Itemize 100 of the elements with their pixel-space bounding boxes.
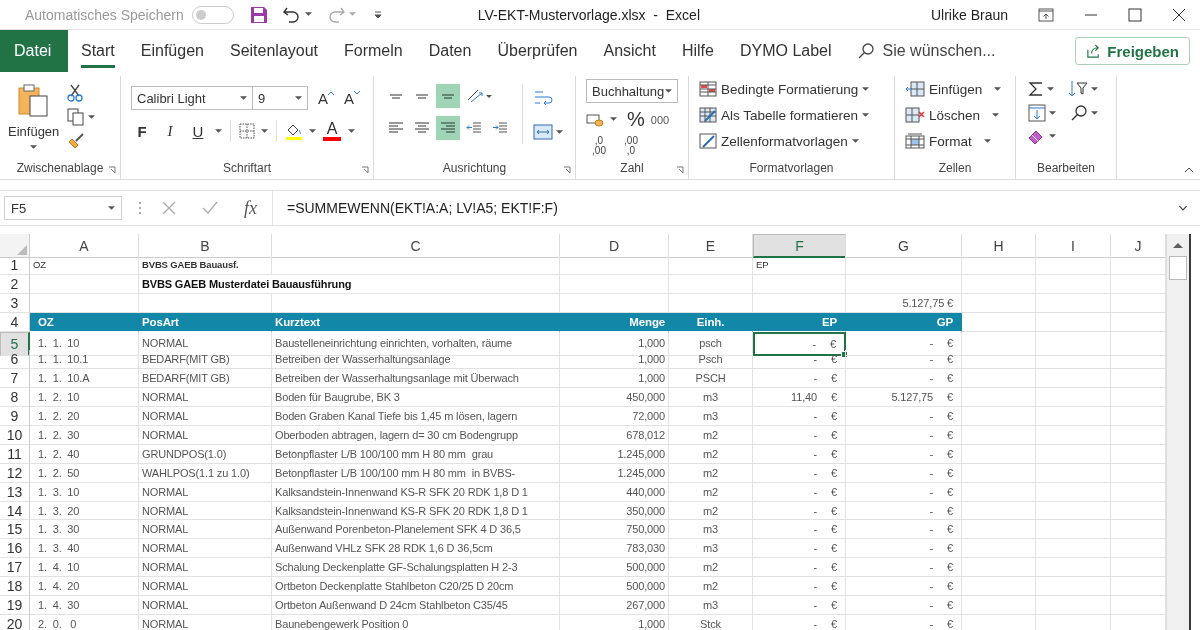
- name-box[interactable]: F5: [4, 196, 122, 220]
- caret-icon[interactable]: [261, 128, 268, 134]
- search-icon[interactable]: [856, 42, 875, 60]
- caret-icon[interactable]: [1047, 86, 1054, 92]
- ribbon-button[interactable]: Bedingte Formatierung: [699, 78, 894, 100]
- ribbon-button[interactable]: Als Tabelle formatieren: [699, 104, 894, 126]
- ribbon-tab[interactable]: Hilfe: [668, 30, 727, 72]
- row-header[interactable]: 17: [0, 558, 30, 578]
- caret-icon[interactable]: [610, 117, 617, 122]
- ribbon-tab[interactable]: Datei: [0, 30, 68, 72]
- scroll-up-icon[interactable]: [1172, 242, 1183, 248]
- scrollbar-thumb[interactable]: [1168, 256, 1187, 280]
- ribbon-tab[interactable]: Überprüfen: [484, 30, 591, 72]
- ribbon-tab[interactable]: Formeln: [331, 30, 416, 72]
- paste-button[interactable]: Einfügen: [8, 82, 60, 157]
- column-header[interactable]: I: [1036, 234, 1111, 258]
- shrink-font-button[interactable]: A: [344, 89, 361, 107]
- row-header[interactable]: 2: [0, 274, 30, 294]
- borders-icon[interactable]: [239, 123, 255, 139]
- ribbon-tab[interactable]: Ansicht: [590, 30, 669, 72]
- share-button[interactable]: Freigeben: [1075, 37, 1190, 65]
- copy-icon[interactable]: [67, 108, 86, 126]
- ribbon-tab[interactable]: Einfügen: [127, 30, 217, 72]
- fill-down-icon[interactable]: [1028, 104, 1046, 122]
- row-header[interactable]: 11: [0, 444, 30, 464]
- ribbon-button[interactable]: Löschen: [905, 104, 1015, 126]
- find-icon[interactable]: [1070, 104, 1088, 122]
- vertical-scrollbar[interactable]: [1166, 234, 1189, 630]
- number-format-dropdown[interactable]: Buchhaltung: [586, 79, 678, 103]
- ribbon-button[interactable]: Einfügen: [905, 78, 1015, 100]
- row-header[interactable]: 16: [0, 539, 30, 559]
- row-header[interactable]: 9: [0, 407, 30, 426]
- row-header[interactable]: 19: [0, 596, 30, 615]
- align-button[interactable]: [436, 84, 460, 108]
- align-button[interactable]: [436, 116, 460, 140]
- increase-decimal-button[interactable]: ,0 ,00: [586, 136, 612, 156]
- more-icon[interactable]: [138, 201, 142, 215]
- column-header[interactable]: F: [753, 234, 846, 258]
- row-header[interactable]: 15: [0, 520, 30, 540]
- row-header[interactable]: 7: [0, 369, 30, 389]
- percent-button[interactable]: %: [627, 108, 645, 131]
- column-header[interactable]: D: [560, 234, 669, 258]
- merge-cells-icon[interactable]: [533, 124, 553, 140]
- sum-icon[interactable]: [1028, 81, 1044, 97]
- dialog-launcher-icon[interactable]: [361, 166, 369, 174]
- formula-field[interactable]: =SUMMEWENN(EKT!A:A; LV!A5; EKT!F:F): [272, 191, 1200, 225]
- cancel-icon[interactable]: [162, 201, 176, 215]
- column-header[interactable]: G: [846, 234, 962, 258]
- row-header[interactable]: 18: [0, 577, 30, 597]
- column-header[interactable]: A: [30, 234, 139, 258]
- fill-color-icon[interactable]: [285, 122, 303, 140]
- column-header[interactable]: H: [962, 234, 1036, 258]
- close-icon[interactable]: [1172, 7, 1186, 22]
- scissors-icon[interactable]: [67, 84, 84, 102]
- ribbon-tab[interactable]: Start: [68, 30, 128, 72]
- search-field[interactable]: Sie wünschen...: [882, 42, 996, 60]
- ribbon-tab[interactable]: Daten: [415, 30, 485, 72]
- collapse-ribbon-icon[interactable]: [1184, 167, 1194, 173]
- column-header[interactable]: C: [272, 234, 560, 258]
- caret-icon[interactable]: [556, 129, 563, 135]
- thousands-button[interactable]: 000: [650, 113, 670, 126]
- row-header[interactable]: 6: [0, 350, 30, 370]
- ribbon-display-icon[interactable]: [1038, 7, 1054, 22]
- bold-button[interactable]: F: [131, 122, 153, 140]
- caret-icon[interactable]: [215, 128, 222, 134]
- enter-icon[interactable]: [202, 201, 218, 215]
- ribbon-button[interactable]: Zellenformatvorlagen: [699, 130, 894, 152]
- font-color-button[interactable]: A: [322, 121, 342, 141]
- italic-button[interactable]: I: [159, 122, 181, 140]
- row-header[interactable]: 20: [0, 614, 30, 630]
- column-header[interactable]: B: [139, 234, 272, 258]
- row-header[interactable]: 3: [0, 293, 30, 313]
- row-header[interactable]: 12: [0, 463, 30, 483]
- caret-icon[interactable]: [1091, 86, 1098, 92]
- caret-icon[interactable]: [309, 128, 316, 134]
- ribbon-button[interactable]: Format: [905, 130, 1015, 152]
- customize-icon[interactable]: [373, 10, 382, 19]
- ribbon-tab[interactable]: Seitenlayout: [216, 30, 332, 72]
- dialog-launcher-icon[interactable]: [676, 166, 684, 174]
- save-icon[interactable]: [249, 5, 268, 24]
- decrease-decimal-button[interactable]: ,00 ,0: [618, 136, 644, 156]
- currency-format-icon[interactable]: [586, 111, 604, 128]
- font-size-dropdown[interactable]: 9: [252, 86, 308, 110]
- column-header[interactable]: E: [669, 234, 753, 258]
- caret-icon[interactable]: [304, 12, 312, 17]
- grow-font-button[interactable]: A: [318, 89, 334, 107]
- underline-button[interactable]: U: [187, 122, 209, 140]
- insert-function-button[interactable]: fx: [244, 197, 257, 219]
- caret-icon[interactable]: [1091, 110, 1098, 116]
- caret-icon[interactable]: [88, 114, 96, 120]
- wrap-text-icon[interactable]: [533, 88, 553, 108]
- ribbon-tab[interactable]: DYMO Label: [726, 30, 845, 72]
- maximize-icon[interactable]: [1128, 7, 1142, 22]
- row-header[interactable]: 8: [0, 388, 30, 408]
- column-header[interactable]: J: [1111, 234, 1166, 258]
- font-family-dropdown[interactable]: Calibri Light: [131, 86, 253, 110]
- row-header[interactable]: 14: [0, 501, 30, 521]
- dialog-launcher-icon[interactable]: [563, 166, 571, 174]
- caret-icon[interactable]: [1049, 110, 1056, 116]
- dialog-launcher-icon[interactable]: [108, 166, 116, 174]
